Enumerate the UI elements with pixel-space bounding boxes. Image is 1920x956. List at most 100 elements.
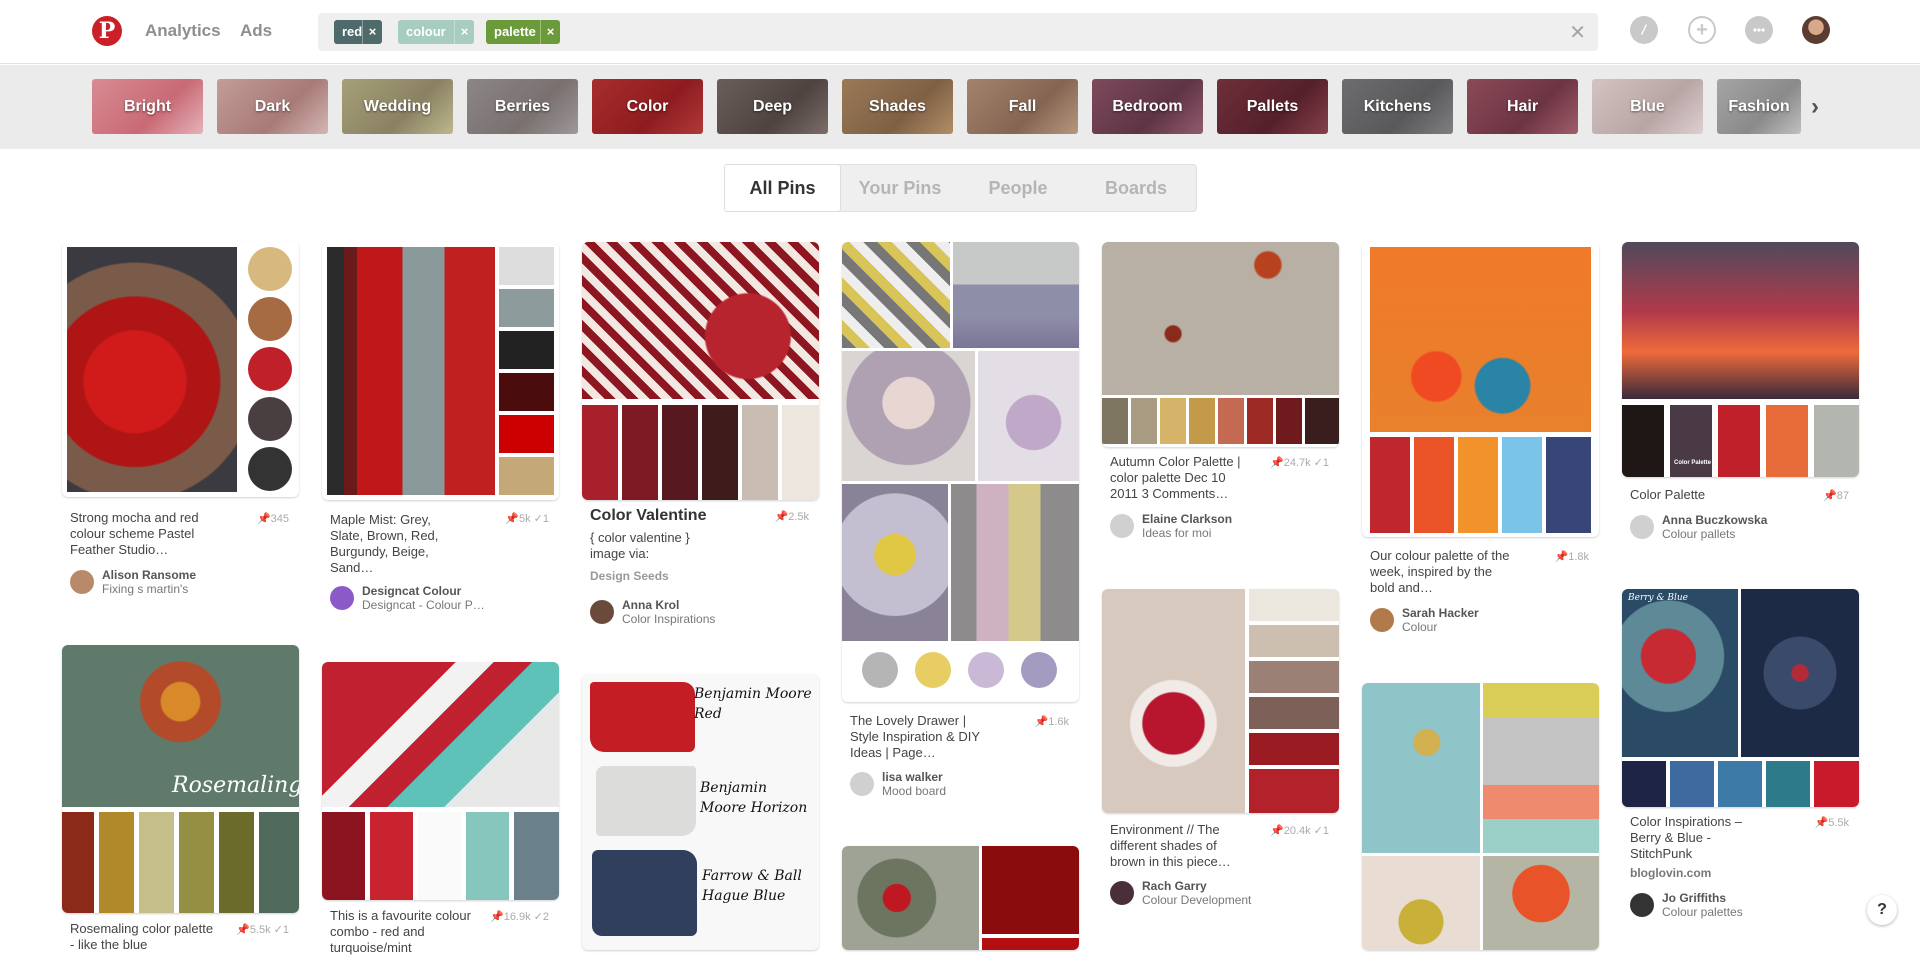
pinner-name[interactable]: lisa walker: [882, 770, 943, 784]
pin-description: Strong mocha and red colour scheme Paste…: [70, 510, 199, 557]
pin-image[interactable]: Benjamin Moore Red Benjamin Moore Horizo…: [582, 674, 819, 950]
guide-chip-color[interactable]: Color: [592, 79, 703, 134]
user-avatar[interactable]: [1802, 16, 1830, 44]
pinner-name[interactable]: Anna Krol: [622, 598, 679, 612]
help-button[interactable]: ?: [1867, 895, 1897, 925]
pin-image[interactable]: Berry & Blue: [1622, 589, 1859, 807]
tab-boards[interactable]: Boards: [1077, 165, 1195, 211]
avatar[interactable]: [1630, 893, 1654, 917]
pin-card[interactable]: Berry & Blue Color Inspirations – Berry …: [1622, 589, 1859, 929]
guide-chip-bedroom[interactable]: Bedroom: [1092, 79, 1203, 134]
pin-image[interactable]: Rosemaling: [62, 645, 299, 913]
nav-analytics[interactable]: Analytics: [145, 21, 221, 41]
remove-token-icon[interactable]: ×: [540, 20, 560, 44]
tab-people[interactable]: People: [959, 165, 1077, 211]
pin-image[interactable]: [1102, 589, 1339, 813]
pinterest-logo[interactable]: P: [92, 16, 122, 46]
pin-image[interactable]: [1102, 242, 1339, 447]
compass-icon[interactable]: [1630, 16, 1658, 44]
guide-chip-shades[interactable]: Shades: [842, 79, 953, 134]
board-name[interactable]: Colour Development: [1142, 893, 1251, 907]
pin-card[interactable]: Our colour palette of the week, inspired…: [1362, 242, 1599, 642]
search-token-red[interactable]: red ×: [334, 20, 382, 44]
pinner-name[interactable]: Rach Garry: [1142, 879, 1207, 893]
tab-all-pins[interactable]: All Pins: [724, 164, 841, 212]
pinner-name[interactable]: Jo Griffiths: [1662, 891, 1726, 905]
pin-card[interactable]: Rosemaling Rosemaling color palette - li…: [62, 645, 299, 952]
avatar[interactable]: [1110, 881, 1134, 905]
pin-image[interactable]: [1362, 242, 1599, 537]
nav-ads[interactable]: Ads: [240, 21, 272, 41]
avatar[interactable]: [1110, 514, 1134, 538]
image-caption: Berry & Blue: [1628, 593, 1688, 603]
guide-chip-blue[interactable]: Blue: [1592, 79, 1703, 134]
pin-image[interactable]: [842, 846, 1079, 950]
guide-chip-bright[interactable]: Bright: [92, 79, 203, 134]
clear-search-icon[interactable]: ✕: [1569, 20, 1586, 45]
pin-image[interactable]: [322, 242, 559, 500]
next-chips-icon[interactable]: ›: [1804, 93, 1826, 123]
pin-image[interactable]: [1362, 683, 1599, 950]
guide-chip-pallets[interactable]: Pallets: [1217, 79, 1328, 134]
avatar[interactable]: [590, 600, 614, 624]
pin-card[interactable]: Strong mocha and red colour scheme Paste…: [62, 242, 299, 602]
pin-card[interactable]: This is a favourite colour combo - red a…: [322, 662, 559, 955]
pin-card[interactable]: The Lovely Drawer | Style Inspiration & …: [842, 242, 1079, 802]
board-name[interactable]: Colour: [1402, 620, 1437, 634]
search-token-palette[interactable]: palette ×: [486, 20, 560, 44]
board-name[interactable]: Fixing s martin's: [102, 582, 188, 596]
remove-token-icon[interactable]: ×: [454, 20, 474, 44]
pin-card[interactable]: [842, 846, 1079, 950]
pin-card[interactable]: Autumn Color Palette | color palette Dec…: [1102, 242, 1339, 552]
pin-image[interactable]: [842, 242, 1079, 702]
pin-card[interactable]: Environment // The different shades of b…: [1102, 589, 1339, 919]
top-header: P Analytics Ads red × colour × palette ×…: [0, 0, 1920, 64]
pin-card[interactable]: Color Palette Color Palette 📌87 Anna Buc…: [1622, 242, 1859, 552]
pin-image[interactable]: [322, 662, 559, 900]
pinner-name[interactable]: Sarah Hacker: [1402, 606, 1479, 620]
board-name[interactable]: Color Inspirations: [622, 612, 715, 626]
board-name[interactable]: Ideas for moi: [1142, 526, 1211, 540]
pin-stats: 📌1.8k: [1554, 551, 1590, 563]
pin-card[interactable]: Maple Mist: Grey, Slate, Brown, Red, Bur…: [322, 242, 559, 622]
pinner-name[interactable]: Anna Buczkowska: [1662, 513, 1767, 527]
pinner-name[interactable]: Designcat Colour: [362, 584, 461, 598]
guide-chip-dark[interactable]: Dark: [217, 79, 328, 134]
search-bar[interactable]: red × colour × palette × ✕: [318, 13, 1598, 51]
pinner-name[interactable]: Elaine Clarkson: [1142, 512, 1232, 526]
remove-token-icon[interactable]: ×: [362, 20, 382, 44]
pin-description: Environment // The different shades of b…: [1110, 822, 1231, 869]
pin-card[interactable]: Color Valentine 📌2.5k { color valentine …: [582, 242, 819, 632]
board-name[interactable]: Colour palettes: [1662, 905, 1743, 919]
board-name[interactable]: Mood board: [882, 784, 946, 798]
pin-image[interactable]: Color Palette: [1622, 242, 1859, 477]
image-caption: Benjamin Moore Horizon: [700, 780, 808, 816]
avatar[interactable]: [330, 586, 354, 610]
pin-card[interactable]: Benjamin Moore Red Benjamin Moore Horizo…: [582, 674, 819, 950]
pin-source[interactable]: Design Seeds: [590, 569, 669, 583]
guide-chip-wedding[interactable]: Wedding: [342, 79, 453, 134]
pin-card[interactable]: [1362, 683, 1599, 950]
pin-stats: 📌1.6k: [1034, 716, 1070, 728]
guide-chip-fashion[interactable]: Fashion: [1717, 79, 1801, 134]
pin-image[interactable]: [62, 242, 299, 497]
avatar[interactable]: [1370, 608, 1394, 632]
pin-image[interactable]: [582, 242, 819, 500]
plus-icon[interactable]: +: [1688, 16, 1716, 44]
chat-icon[interactable]: [1745, 16, 1773, 44]
pinner-name[interactable]: Alison Ransome: [102, 568, 196, 582]
guide-chip-berries[interactable]: Berries: [467, 79, 578, 134]
guide-chip-kitchens[interactable]: Kitchens: [1342, 79, 1453, 134]
pin-stats: 📌5.5k ✓1: [236, 924, 289, 936]
avatar[interactable]: [850, 772, 874, 796]
board-name[interactable]: Designcat - Colour P…: [362, 598, 485, 612]
guide-chip-deep[interactable]: Deep: [717, 79, 828, 134]
avatar[interactable]: [1630, 515, 1654, 539]
avatar[interactable]: [70, 570, 94, 594]
guide-chip-hair[interactable]: Hair: [1467, 79, 1578, 134]
guide-chip-fall[interactable]: Fall: [967, 79, 1078, 134]
board-name[interactable]: Colour pallets: [1662, 527, 1735, 541]
tab-your-pins[interactable]: Your Pins: [841, 165, 959, 211]
pin-source[interactable]: bloglovin.com: [1630, 866, 1711, 880]
search-token-colour[interactable]: colour ×: [398, 20, 474, 44]
